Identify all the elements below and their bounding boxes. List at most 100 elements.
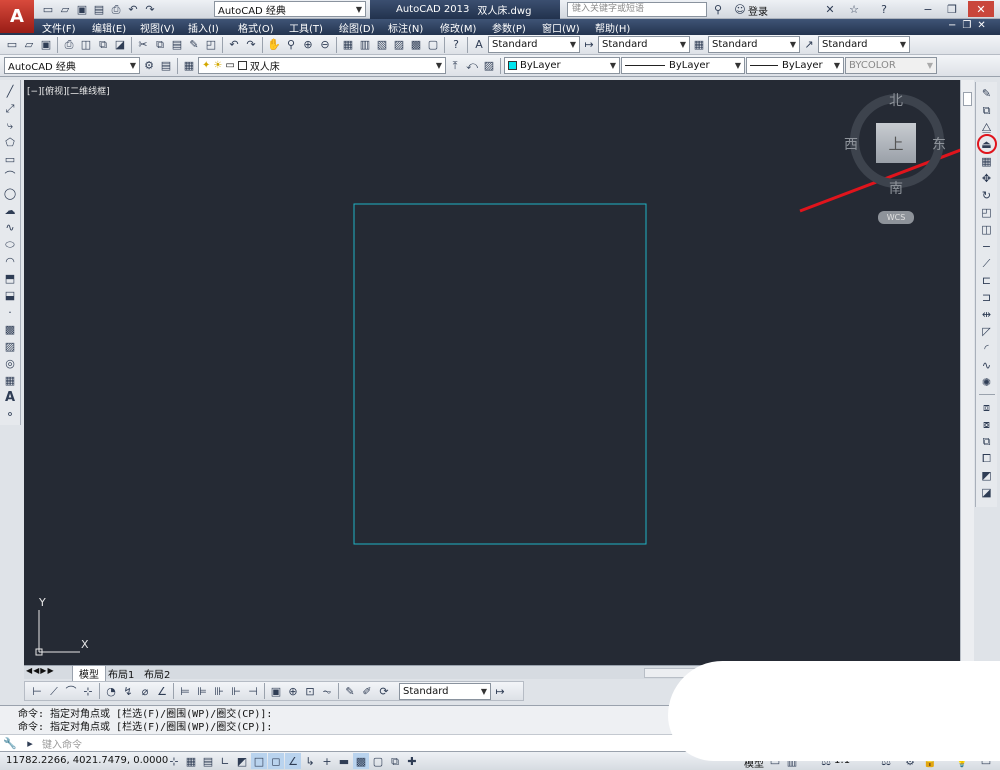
ellipse-icon[interactable]: ⬭: [2, 236, 18, 252]
workspace-combo[interactable]: AutoCAD 经典 ▼: [4, 57, 140, 74]
object-snap-icon[interactable]: □: [251, 753, 267, 769]
draw-order-back-icon[interactable]: ⧇: [979, 416, 995, 432]
text-style-icon[interactable]: A: [471, 37, 487, 53]
lineweight-combo[interactable]: ByLayer ▼: [746, 57, 844, 74]
user-icon[interactable]: ☺: [732, 1, 748, 17]
new-icon[interactable]: ▭: [4, 37, 20, 53]
design-center-icon[interactable]: ▥: [357, 37, 373, 53]
help-icon[interactable]: ?: [876, 1, 892, 17]
menu-view[interactable]: 视图(V): [140, 20, 175, 35]
region-icon[interactable]: ◎: [2, 355, 18, 371]
circle-icon[interactable]: ◯: [2, 185, 18, 201]
fillet-icon[interactable]: ◜: [979, 340, 995, 356]
plot-icon[interactable]: ⎙: [61, 37, 77, 53]
polygon-icon[interactable]: ⬠: [2, 134, 18, 150]
baseline-dim-icon[interactable]: ⊫: [194, 683, 210, 699]
publish-icon[interactable]: ⧉: [95, 37, 111, 53]
diameter-dim-icon[interactable]: ⌀: [137, 683, 153, 699]
join-icon[interactable]: ⇹: [979, 306, 995, 322]
annotation-monitor-icon[interactable]: ✚: [404, 753, 420, 769]
login-link[interactable]: 登录: [748, 3, 768, 18]
markup-icon[interactable]: ▩: [408, 37, 424, 53]
star-icon[interactable]: ☆: [846, 1, 862, 17]
ortho-mode-icon[interactable]: ∟: [217, 753, 233, 769]
make-current-icon[interactable]: ⤒: [447, 58, 463, 74]
spline-icon[interactable]: ∿: [2, 219, 18, 235]
lineweight-toggle-icon[interactable]: ▬: [336, 753, 352, 769]
arc-length-icon[interactable]: ⌒: [63, 683, 79, 699]
aligned-dim-icon[interactable]: ⟋: [46, 683, 62, 699]
polyline-icon[interactable]: ⤷: [2, 117, 18, 133]
table-icon[interactable]: ▦: [2, 372, 18, 388]
table-style-icon[interactable]: ▦: [691, 37, 707, 53]
vertical-scrollbar[interactable]: [960, 80, 974, 666]
pan-icon[interactable]: ✋: [266, 37, 282, 53]
cut-icon[interactable]: ✂: [135, 37, 151, 53]
coordinates-readout[interactable]: 11782.2266, 4021.7479, 0.0000: [6, 755, 168, 766]
exchange-icon[interactable]: ✕: [822, 1, 838, 17]
insert-block-icon[interactable]: ⬒: [2, 270, 18, 286]
arc-icon[interactable]: ⌒: [2, 168, 18, 184]
sheet-set-icon[interactable]: ▨: [391, 37, 407, 53]
trim-icon[interactable]: −: [979, 238, 995, 254]
send-under-icon[interactable]: ⧠: [979, 450, 995, 466]
viewcube-west[interactable]: 西: [844, 134, 858, 154]
tab-nav-arrows[interactable]: ◀◀▶▶: [26, 666, 55, 675]
radius-dim-icon[interactable]: ◔: [103, 683, 119, 699]
help-icon[interactable]: ?: [448, 37, 464, 53]
3d-object-snap-icon[interactable]: ◻: [268, 753, 284, 769]
revision-cloud-icon[interactable]: ☁: [2, 202, 18, 218]
infer-constraints-icon[interactable]: ⊹: [166, 753, 182, 769]
hatch-to-back-icon[interactable]: ◪: [979, 484, 995, 500]
explode-icon[interactable]: ✺: [979, 374, 995, 390]
extend-icon[interactable]: ⟋: [979, 255, 995, 271]
stretch-icon[interactable]: ◫: [979, 221, 995, 237]
dim-style-toolbar-combo[interactable]: Standard ▼: [399, 682, 491, 700]
copy-object-icon[interactable]: ⧉: [979, 102, 995, 118]
tolerance-icon[interactable]: ▣: [268, 683, 284, 699]
mirror-icon[interactable]: ⧋: [979, 119, 995, 135]
block-editor-icon[interactable]: ◰: [203, 37, 219, 53]
dim-style-icon[interactable]: ↦: [581, 37, 597, 53]
selection-cycling-icon[interactable]: ⧉: [387, 753, 403, 769]
menu-file[interactable]: 文件(F): [42, 20, 76, 35]
dim-style-combo[interactable]: Standard ▼: [598, 36, 690, 53]
inspect-icon[interactable]: ⊡: [302, 683, 318, 699]
menu-parametric[interactable]: 参数(P): [492, 20, 526, 35]
tab-layout1[interactable]: 布局1: [104, 666, 138, 681]
quickcalc-icon[interactable]: ▢: [425, 37, 441, 53]
menu-insert[interactable]: 插入(I): [188, 20, 219, 35]
color-combo[interactable]: ByLayer ▼: [504, 57, 620, 74]
multiline-text-icon[interactable]: A: [2, 389, 18, 405]
scroll-thumb[interactable]: [963, 92, 972, 106]
redo-icon[interactable]: ↷: [142, 1, 158, 17]
erase-icon[interactable]: ✎: [979, 85, 995, 101]
layer-manager-icon[interactable]: ▦: [181, 58, 197, 74]
text-to-front-icon[interactable]: ◩: [979, 467, 995, 483]
dynamic-ucs-icon[interactable]: ↳: [302, 753, 318, 769]
make-block-icon[interactable]: ⬓: [2, 287, 18, 303]
ellipse-arc-icon[interactable]: ◠: [2, 253, 18, 269]
layer-previous-icon[interactable]: ⤺: [464, 58, 480, 74]
multileader-style-combo[interactable]: Standard ▼: [818, 36, 910, 53]
menu-draw[interactable]: 绘图(D): [339, 20, 375, 35]
tab-model[interactable]: 模型: [72, 666, 106, 682]
blend-curves-icon[interactable]: ∿: [979, 357, 995, 373]
continue-dim-icon[interactable]: ⊪: [211, 683, 227, 699]
paste-icon[interactable]: ▤: [169, 37, 185, 53]
table-style-combo[interactable]: Standard ▼: [708, 36, 800, 53]
chamfer-icon[interactable]: ◸: [979, 323, 995, 339]
3d-print-icon[interactable]: ◪: [112, 37, 128, 53]
restore-icon[interactable]: ❐: [944, 1, 960, 17]
zoom-realtime-icon[interactable]: ⚲: [283, 37, 299, 53]
workspace-toggle-icon[interactable]: ▤: [158, 58, 174, 74]
dim-text-edit-icon[interactable]: ✐: [359, 683, 375, 699]
save-icon[interactable]: ▣: [38, 37, 54, 53]
quick-dim-icon[interactable]: ⊨: [177, 683, 193, 699]
plot-icon[interactable]: ⎙: [108, 1, 124, 17]
quick-properties-icon[interactable]: ▢: [370, 753, 386, 769]
menu-format[interactable]: 格式(O): [238, 20, 274, 35]
viewcube-north[interactable]: 北: [889, 90, 903, 110]
undo-icon[interactable]: ↶: [226, 37, 242, 53]
viewcube-face-top[interactable]: 上: [876, 123, 916, 163]
